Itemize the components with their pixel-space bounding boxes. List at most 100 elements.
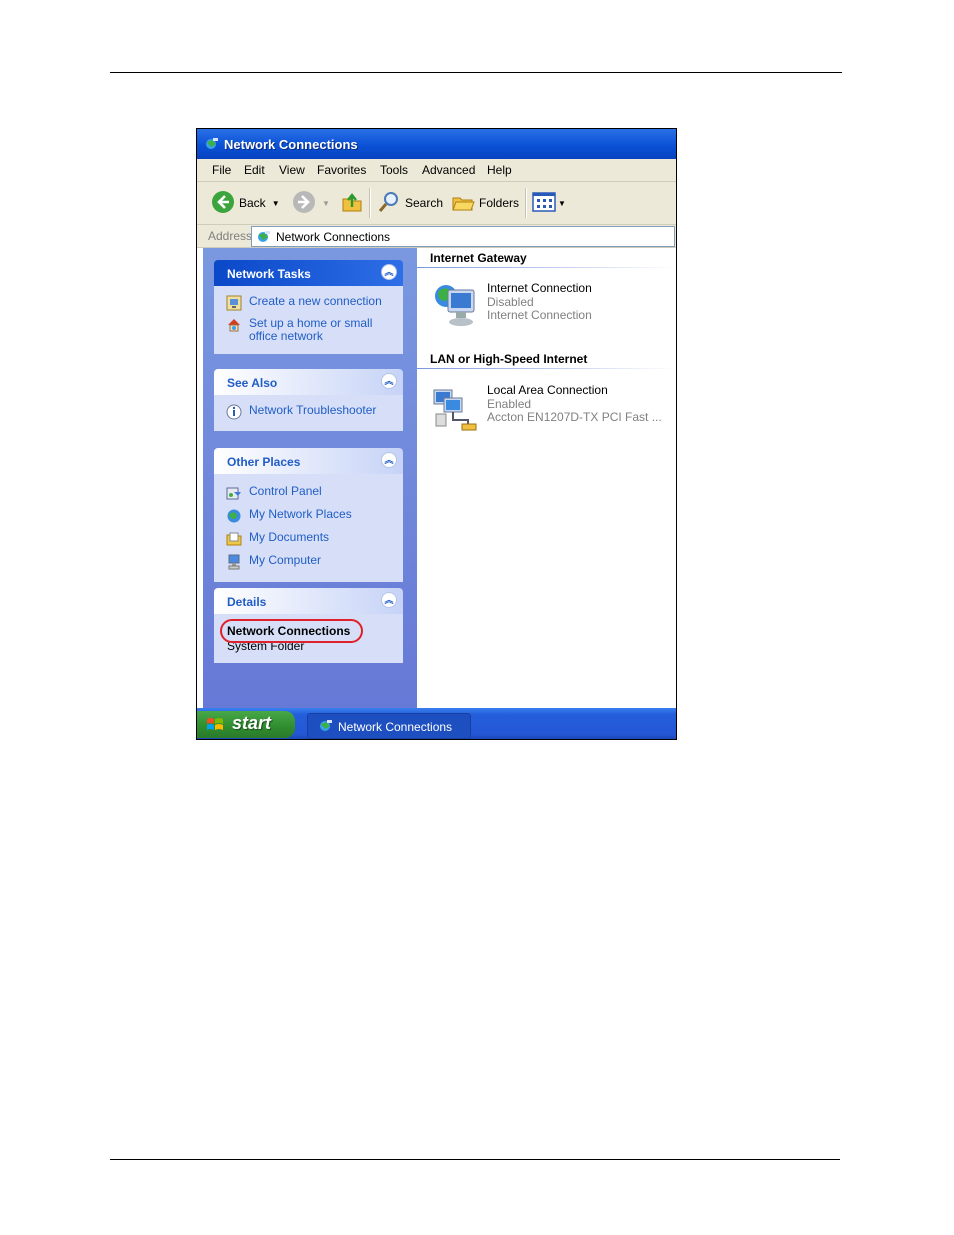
link-label: My Computer bbox=[249, 553, 322, 567]
see-also-panel: See Also ︽ Network Troubleshooter bbox=[214, 369, 403, 431]
page-top-rule bbox=[110, 72, 842, 73]
address-label: Address bbox=[208, 229, 253, 243]
forward-arrow-icon bbox=[292, 190, 316, 217]
link-label: My Network Places bbox=[249, 507, 352, 521]
views-button[interactable]: ▼ bbox=[532, 182, 566, 224]
views-icon bbox=[532, 191, 556, 215]
panel-title: See Also bbox=[227, 376, 278, 390]
my-computer-icon bbox=[226, 554, 242, 570]
network-tasks-header[interactable]: Network Tasks ︽ bbox=[214, 260, 403, 286]
link-label: Set up a home or small office network bbox=[249, 316, 373, 343]
toolbar-separator bbox=[369, 188, 371, 218]
menu-edit[interactable]: Edit bbox=[244, 163, 265, 177]
my-documents-link[interactable]: My Documents bbox=[214, 528, 403, 551]
new-connection-icon bbox=[226, 295, 242, 311]
menu-advanced[interactable]: Advanced bbox=[422, 163, 475, 177]
address-field[interactable]: Network Connections bbox=[251, 226, 675, 247]
task-pane: Network Tasks ︽ Create a new connection … bbox=[203, 248, 417, 708]
search-button[interactable]: Search bbox=[377, 182, 443, 224]
search-label: Search bbox=[405, 196, 444, 210]
page-bottom-rule bbox=[110, 1159, 840, 1160]
info-icon bbox=[226, 404, 242, 420]
back-button[interactable]: Back ▼ bbox=[211, 182, 280, 224]
collapse-chevron-icon[interactable]: ︽ bbox=[381, 592, 397, 608]
details-header[interactable]: Details ︽ bbox=[214, 588, 403, 614]
connection-text: Internet Connection Disabled Internet Co… bbox=[487, 281, 592, 323]
menu-help[interactable]: Help bbox=[487, 163, 512, 177]
network-connections-icon bbox=[204, 136, 220, 157]
create-new-connection-link[interactable]: Create a new connection bbox=[214, 292, 403, 314]
group-header-internet-gateway: Internet Gateway bbox=[430, 251, 527, 265]
connection-status: Enabled bbox=[487, 396, 532, 411]
other-places-panel: Other Places ︽ Control Panel My Network … bbox=[214, 448, 403, 582]
address-bar: Address Network Connections bbox=[197, 225, 676, 248]
connection-name: Internet Connection bbox=[487, 281, 592, 295]
connections-list: Internet Gateway Internet Connection Dis… bbox=[417, 248, 676, 708]
toolbar: Back ▼ ▼ Search Folders ▼ bbox=[197, 182, 676, 225]
network-troubleshooter-link[interactable]: Network Troubleshooter bbox=[214, 401, 403, 423]
internet-gateway-icon bbox=[432, 282, 480, 332]
back-dropdown-icon[interactable]: ▼ bbox=[272, 199, 280, 208]
internet-connection-item[interactable]: Internet Connection Disabled Internet Co… bbox=[432, 281, 672, 338]
up-folder-icon bbox=[341, 191, 363, 216]
collapse-chevron-icon[interactable]: ︽ bbox=[381, 264, 397, 280]
taskbar-item-label: Network Connections bbox=[338, 720, 453, 734]
menu-tools[interactable]: Tools bbox=[380, 163, 408, 177]
start-button[interactable]: start bbox=[197, 711, 295, 738]
link-label: Create a new connection bbox=[249, 294, 382, 308]
folders-button[interactable]: Folders bbox=[451, 182, 519, 224]
windows-logo-icon bbox=[205, 716, 225, 739]
folders-label: Folders bbox=[479, 196, 520, 210]
title-bar[interactable]: Network Connections bbox=[197, 129, 676, 159]
control-panel-icon bbox=[226, 485, 242, 501]
network-connections-icon bbox=[256, 229, 272, 248]
start-label: start bbox=[232, 713, 272, 733]
connection-name: Local Area Connection bbox=[487, 383, 608, 397]
connection-device: Internet Connection bbox=[487, 308, 592, 322]
address-value: Network Connections bbox=[276, 230, 391, 244]
menu-file[interactable]: File bbox=[212, 163, 231, 177]
home-office-network-link[interactable]: Set up a home or small office network bbox=[214, 314, 403, 346]
other-places-header[interactable]: Other Places ︽ bbox=[214, 448, 403, 474]
link-label: My Documents bbox=[249, 530, 330, 544]
home-network-icon bbox=[226, 317, 242, 333]
my-documents-icon bbox=[226, 531, 242, 547]
group-divider bbox=[417, 368, 676, 369]
views-dropdown-icon[interactable]: ▼ bbox=[558, 199, 566, 208]
panel-title: Other Places bbox=[227, 455, 301, 469]
panel-title: Details bbox=[227, 595, 267, 609]
link-label: Network Troubleshooter bbox=[249, 403, 377, 417]
see-also-header[interactable]: See Also ︽ bbox=[214, 369, 403, 395]
collapse-chevron-icon[interactable]: ︽ bbox=[381, 452, 397, 468]
toolbar-separator bbox=[525, 188, 527, 218]
network-tasks-panel: Network Tasks ︽ Create a new connection … bbox=[214, 260, 403, 354]
connection-status: Disabled bbox=[487, 294, 534, 309]
taskbar-item-network-connections[interactable]: Network Connections bbox=[307, 713, 471, 739]
link-label: Control Panel bbox=[249, 484, 322, 498]
forward-dropdown-icon[interactable]: ▼ bbox=[322, 199, 330, 208]
network-connections-icon bbox=[318, 718, 334, 737]
menu-view[interactable]: View bbox=[279, 163, 305, 177]
back-label: Back bbox=[239, 196, 266, 210]
taskbar: start Network Connections bbox=[197, 708, 676, 739]
up-folder-button[interactable] bbox=[341, 182, 363, 224]
connection-text: Local Area Connection Enabled Accton EN1… bbox=[487, 383, 662, 425]
collapse-chevron-icon[interactable]: ︽ bbox=[381, 373, 397, 389]
my-network-places-link[interactable]: My Network Places bbox=[214, 505, 403, 528]
highlight-circle bbox=[220, 619, 363, 643]
search-icon bbox=[377, 190, 401, 217]
forward-button[interactable]: ▼ bbox=[292, 182, 330, 224]
menu-bar: File Edit View Favorites Tools Advanced … bbox=[197, 159, 676, 182]
back-arrow-icon bbox=[211, 190, 235, 217]
connection-device: Accton EN1207D-TX PCI Fast ... bbox=[487, 410, 662, 424]
control-panel-link[interactable]: Control Panel bbox=[214, 482, 403, 505]
local-area-connection-item[interactable]: Local Area Connection Enabled Accton EN1… bbox=[432, 383, 672, 440]
lan-connection-icon bbox=[432, 384, 480, 434]
menu-favorites[interactable]: Favorites bbox=[317, 163, 366, 177]
window-title: Network Connections bbox=[224, 137, 358, 152]
group-divider bbox=[417, 267, 676, 268]
folders-icon bbox=[451, 191, 475, 216]
my-computer-link[interactable]: My Computer bbox=[214, 551, 403, 574]
network-places-icon bbox=[226, 508, 242, 524]
group-header-lan: LAN or High-Speed Internet bbox=[430, 352, 588, 366]
